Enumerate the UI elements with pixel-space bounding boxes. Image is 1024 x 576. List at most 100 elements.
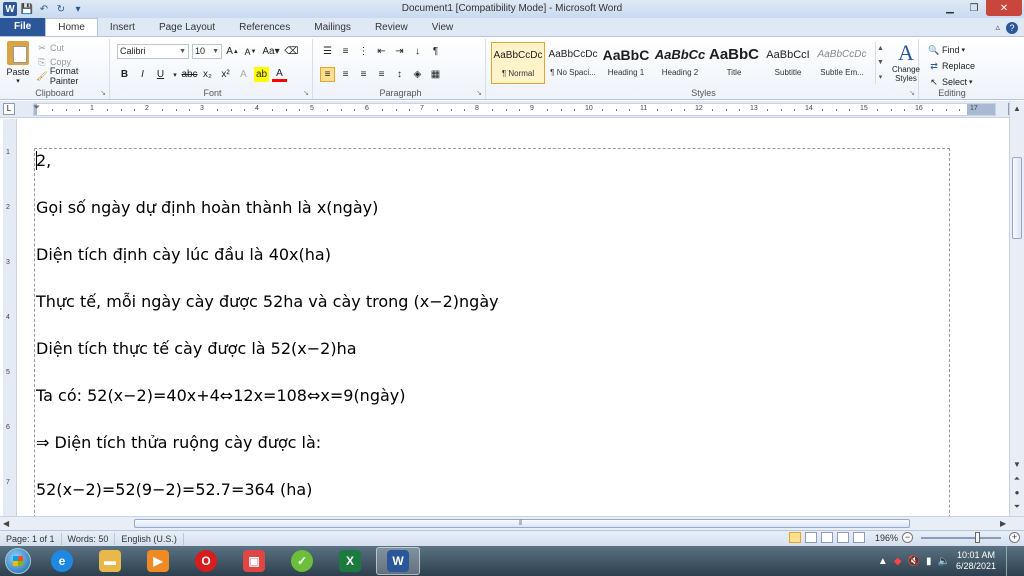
restore-button[interactable]: ❐ — [962, 0, 986, 16]
tab-view[interactable]: View — [420, 19, 466, 36]
web-layout-view-icon[interactable] — [820, 532, 833, 543]
styles-launcher-icon[interactable]: ↘ — [909, 89, 915, 97]
style-subtle-emphasis[interactable]: AaBbCcDc Subtle Em... — [815, 42, 869, 84]
show-desktop-button[interactable] — [1006, 546, 1016, 576]
grow-font-icon[interactable]: A ▲ — [225, 44, 240, 59]
previous-page-icon[interactable]: ⏶ — [1010, 472, 1024, 486]
align-left-icon[interactable]: ≡ — [320, 67, 335, 82]
taskbar-ie[interactable]: e — [40, 547, 84, 575]
language-indicator[interactable]: English (U.S.) — [115, 532, 184, 545]
style-no-spacing[interactable]: AaBbCcDc ¶ No Spaci... — [546, 42, 600, 84]
font-name-combo[interactable]: Calibri ▼ — [117, 44, 189, 59]
scroll-left-icon[interactable]: ◀ — [3, 517, 9, 530]
sort-icon[interactable]: ↓ — [410, 44, 425, 59]
bullets-icon[interactable]: ☰ — [320, 44, 335, 59]
underline-icon[interactable]: U — [153, 67, 168, 82]
tab-selector-icon[interactable]: L — [3, 103, 15, 115]
clipboard-launcher-icon[interactable]: ↘ — [100, 89, 106, 97]
clock[interactable]: 10:01 AM 6/28/2021 — [956, 550, 996, 572]
borders-icon[interactable]: ▦ — [428, 67, 443, 82]
font-color-icon[interactable]: A — [272, 67, 287, 82]
vertical-ruler[interactable]: 1 2 3 4 5 6 7 — [3, 119, 17, 516]
justify-icon[interactable]: ≡ — [374, 67, 389, 82]
vertical-scrollbar[interactable]: ▲ ▼ ⏶ ● ⏷ — [1009, 101, 1024, 516]
vertical-scroll-thumb[interactable] — [1012, 157, 1022, 239]
shrink-font-icon[interactable]: A ▼ — [243, 44, 258, 59]
word-count[interactable]: Words: 50 — [62, 532, 116, 545]
superscript-icon[interactable]: x² — [218, 67, 233, 82]
multilevel-list-icon[interactable]: ⋮ — [356, 44, 371, 59]
taskbar-explorer[interactable]: ▬ — [88, 547, 132, 575]
minimize-ribbon-icon[interactable]: ▵ — [995, 22, 1000, 33]
text-effects-icon[interactable]: A — [236, 67, 251, 82]
document-line[interactable]: Ta có: 52(x−2)=40x+4⇔12x=108⇔x=9(ngày) — [36, 386, 406, 405]
change-styles-button[interactable]: A Change Styles — [887, 41, 925, 84]
style-subtitle[interactable]: AaBbCcI Subtitle — [761, 42, 815, 84]
tab-page-layout[interactable]: Page Layout — [147, 19, 227, 36]
taskbar-app-5[interactable]: ▣ — [232, 547, 276, 575]
format-painter-button[interactable]: 🖌 Format Painter — [36, 66, 109, 86]
page-count[interactable]: Page: 1 of 1 — [0, 532, 62, 545]
horizontal-scroll-thumb[interactable]: ⦀ — [134, 519, 910, 528]
gallery-down-icon[interactable]: ▼ — [877, 59, 884, 66]
security-icon[interactable]: ◆ — [894, 556, 902, 567]
network-icon[interactable]: ▮ — [926, 556, 932, 567]
draft-view-icon[interactable] — [852, 532, 865, 543]
scroll-down-icon[interactable]: ▼ — [1010, 458, 1024, 472]
change-case-icon[interactable]: Aa▾ — [261, 44, 281, 59]
document-line[interactable]: 2, — [36, 151, 51, 170]
cut-button[interactable]: ✂ Cut — [36, 41, 109, 55]
next-page-icon[interactable]: ⏷ — [1010, 500, 1024, 514]
style-heading-1[interactable]: AaBbC Heading 1 — [599, 42, 653, 84]
customize-qat-icon[interactable]: ▾ — [71, 2, 85, 16]
paragraph-launcher-icon[interactable]: ↘ — [476, 89, 482, 97]
document-line[interactable]: 52(x−2)=52(9−2)=52.7=364 (ha) — [36, 480, 312, 499]
document-area[interactable]: 2, Gọi số ngày dự định hoàn thành là x(n… — [17, 119, 1009, 516]
zoom-out-icon[interactable]: − — [902, 532, 913, 543]
help-icon[interactable]: ? — [1006, 21, 1018, 34]
taskbar-app-6[interactable]: ✓ — [280, 547, 324, 575]
align-center-icon[interactable]: ≡ — [338, 67, 353, 82]
bold-icon[interactable]: B — [117, 67, 132, 82]
volume-muted-icon[interactable]: 🔇 — [908, 556, 920, 567]
tab-file[interactable]: File — [0, 18, 46, 36]
document-line[interactable]: Thực tế, mỗi ngày cày được 52ha và cày t… — [36, 292, 499, 311]
save-icon[interactable]: 💾 — [20, 2, 34, 16]
scroll-up-icon[interactable]: ▲ — [1010, 101, 1024, 115]
zoom-in-icon[interactable]: + — [1009, 532, 1020, 543]
font-size-combo[interactable]: 10 ▼ — [192, 44, 222, 59]
show-marks-icon[interactable]: ¶ — [428, 44, 443, 59]
clear-formatting-icon[interactable]: ⌫ — [284, 44, 299, 59]
style-heading-2[interactable]: AaBbCc Heading 2 — [653, 42, 707, 84]
zoom-slider-knob[interactable] — [975, 531, 980, 543]
outline-view-icon[interactable] — [836, 532, 849, 543]
undo-icon[interactable]: ↶ — [37, 2, 51, 16]
taskbar-opera[interactable]: O — [184, 547, 228, 575]
tab-mailings[interactable]: Mailings — [302, 19, 363, 36]
word-app-icon[interactable]: W — [3, 2, 17, 16]
italic-icon[interactable]: I — [135, 67, 150, 82]
scroll-right-icon[interactable]: ▶ — [1000, 517, 1006, 530]
gallery-more-icon[interactable]: ▾ — [879, 73, 883, 81]
start-button[interactable] — [0, 546, 36, 576]
horizontal-ruler[interactable]: ⏷ 1 2 3 4 5 6 7 8 9 10 11 12 13 14 15 16 17 — [33, 102, 996, 116]
font-launcher-icon[interactable]: ↘ — [303, 89, 309, 97]
tab-insert[interactable]: Insert — [98, 19, 147, 36]
numbering-icon[interactable]: ≡ — [338, 44, 353, 59]
close-button[interactable]: ✕ — [986, 0, 1022, 16]
decrease-indent-icon[interactable]: ⇤ — [374, 44, 389, 59]
replace-button[interactable]: ⇄ Replace — [928, 58, 975, 74]
zoom-level[interactable]: 196% — [875, 533, 898, 543]
repeat-icon[interactable]: ↻ — [54, 2, 68, 16]
subscript-icon[interactable]: x₂ — [200, 67, 215, 82]
increase-indent-icon[interactable]: ⇥ — [392, 44, 407, 59]
taskbar-media[interactable]: ▶ — [136, 547, 180, 575]
taskbar-excel[interactable]: X — [328, 547, 372, 575]
tab-review[interactable]: Review — [363, 19, 420, 36]
underline-dropdown-icon[interactable]: ▾ — [171, 67, 179, 82]
full-screen-reading-view-icon[interactable] — [804, 532, 817, 543]
tab-references[interactable]: References — [227, 19, 302, 36]
select-browse-object-icon[interactable]: ● — [1010, 486, 1024, 500]
gallery-up-icon[interactable]: ▲ — [877, 45, 884, 52]
show-hidden-icons-icon[interactable]: ▲ — [878, 556, 888, 567]
